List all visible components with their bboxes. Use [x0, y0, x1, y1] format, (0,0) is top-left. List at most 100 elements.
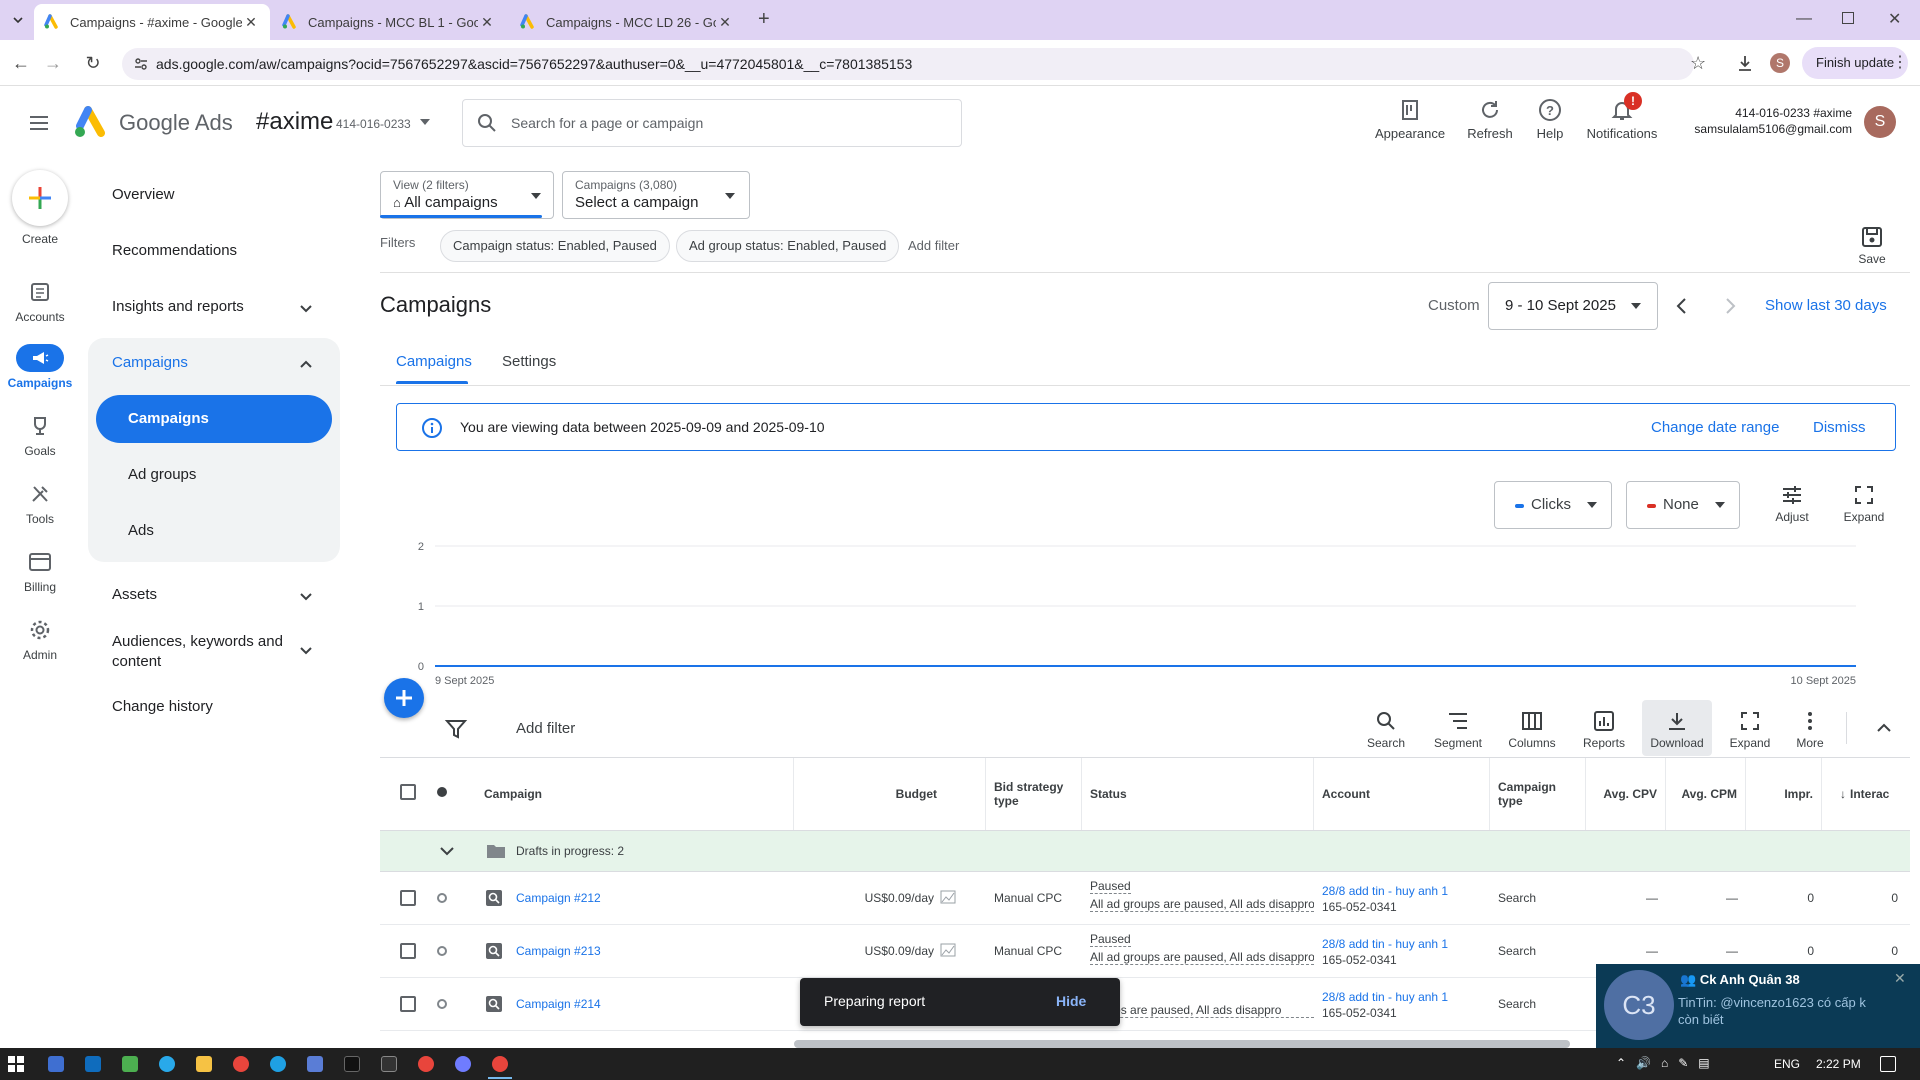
chat-notification[interactable]: C3 👥 Ck Anh Quân 38 ✕ TinTin: @vincenzo1…: [1596, 964, 1920, 1048]
account-name[interactable]: #axime: [256, 108, 333, 136]
rail-accounts[interactable]: Accounts: [0, 278, 80, 324]
save-button[interactable]: Save: [1848, 226, 1896, 266]
rail-campaigns[interactable]: Campaigns: [0, 344, 80, 390]
chevron-down-icon[interactable]: [438, 842, 456, 860]
restore-icon[interactable]: [1842, 12, 1854, 24]
dismiss-link[interactable]: Dismiss: [1813, 419, 1866, 436]
user-info[interactable]: 414-016-0233 #axime samsulalam5106@gmail…: [1680, 106, 1852, 136]
taskbar-app-icon[interactable]: [455, 1056, 471, 1072]
metric-selector-clicks[interactable]: Clicks: [1494, 481, 1612, 529]
close-icon[interactable]: ✕: [716, 14, 734, 31]
taskbar-chrome-icon[interactable]: [492, 1056, 508, 1072]
budget-value[interactable]: US$0.09/day: [794, 891, 934, 905]
url-field[interactable]: ads.google.com/aw/campaigns?ocid=7567652…: [122, 48, 1706, 80]
chevron-left-icon[interactable]: [1672, 296, 1692, 316]
col-bid-strategy[interactable]: Bid strategy type: [986, 758, 1082, 830]
system-tray-icons[interactable]: ⌃🔊⌂✎▤: [1616, 1056, 1720, 1070]
language-indicator[interactable]: ENG: [1774, 1057, 1800, 1071]
nav-assets[interactable]: Assets: [112, 586, 157, 603]
change-date-range-link[interactable]: Change date range: [1651, 419, 1779, 436]
show-last-30-days-link[interactable]: Show last 30 days: [1765, 297, 1887, 314]
account-link[interactable]: 28/8 add tin - huy anh 1: [1322, 937, 1448, 951]
col-campaign-type[interactable]: Campaign type: [1490, 758, 1586, 830]
browser-tab[interactable]: Campaigns - MCC LD 26 - Goo ✕: [510, 4, 744, 40]
col-avg-cpv[interactable]: Avg. CPV: [1586, 758, 1666, 830]
paused-status-icon[interactable]: [437, 946, 447, 956]
toolbar-expand-button[interactable]: Expand: [1720, 710, 1780, 750]
toolbar-download-button[interactable]: Download: [1647, 710, 1707, 750]
toolbar-more-button[interactable]: More: [1780, 710, 1840, 750]
clock[interactable]: 2:22 PM: [1816, 1057, 1861, 1071]
taskbar-app-icon[interactable]: [48, 1056, 64, 1072]
account-id[interactable]: 414-016-0233: [336, 117, 411, 131]
new-tab-icon[interactable]: +: [758, 8, 770, 31]
bookmark-star-icon[interactable]: ☆: [1690, 53, 1706, 74]
account-dropdown-icon[interactable]: [420, 119, 430, 125]
close-icon[interactable]: ✕: [478, 14, 496, 31]
col-impr[interactable]: Impr.: [1746, 758, 1822, 830]
taskbar-app-icon[interactable]: [344, 1056, 360, 1072]
toolbar-columns-button[interactable]: Columns: [1502, 710, 1562, 750]
nav-ad-groups[interactable]: Ad groups: [128, 466, 196, 483]
chevron-down-icon[interactable]: [298, 588, 314, 604]
notification-center-icon[interactable]: [1880, 1056, 1896, 1072]
taskbar-chrome-icon[interactable]: [418, 1056, 434, 1072]
chevron-up-icon[interactable]: [298, 356, 314, 372]
search-input[interactable]: Search for a page or campaign: [462, 99, 962, 147]
create-button[interactable]: [12, 170, 68, 226]
rail-billing[interactable]: Billing: [0, 548, 80, 594]
table-add-filter[interactable]: Add filter: [516, 720, 575, 737]
date-range-picker[interactable]: 9 - 10 Sept 2025: [1488, 282, 1658, 330]
row-checkbox[interactable]: [400, 890, 416, 906]
budget-value[interactable]: US$0.09/day: [794, 944, 934, 958]
refresh-button[interactable]: Refresh: [1458, 98, 1522, 141]
close-icon[interactable]: ✕: [242, 14, 260, 31]
status-value[interactable]: Paused: [1090, 932, 1131, 947]
nav-campaigns[interactable]: Campaigns: [112, 354, 188, 371]
status-detail[interactable]: groups are paused, All ads disappro: [1090, 1003, 1314, 1018]
budget-chart-icon[interactable]: [940, 890, 956, 904]
appearance-button[interactable]: Appearance: [1370, 98, 1450, 141]
paused-status-icon[interactable]: [437, 893, 447, 903]
col-campaign[interactable]: Campaign: [380, 758, 794, 830]
table-row[interactable]: Campaign #212 US$0.09/day Manual CPC Pau…: [380, 872, 1910, 925]
col-avg-cpm[interactable]: Avg. CPM: [1666, 758, 1746, 830]
chevron-down-icon[interactable]: [298, 642, 314, 658]
filter-icon[interactable]: [444, 718, 468, 740]
col-account[interactable]: Account: [1314, 758, 1490, 830]
taskbar-telegram-icon[interactable]: [159, 1056, 175, 1072]
taskbar-edge-icon[interactable]: [270, 1056, 286, 1072]
chevron-down-icon[interactable]: [298, 300, 314, 316]
taskbar-outlook-icon[interactable]: [85, 1056, 101, 1072]
chat-close-icon[interactable]: ✕: [1894, 970, 1906, 987]
collapse-chevron-up-icon[interactable]: [1874, 718, 1894, 738]
tab-search-icon[interactable]: [10, 12, 26, 28]
tab-campaigns[interactable]: Campaigns: [396, 353, 472, 370]
profile-avatar[interactable]: S: [1770, 53, 1790, 73]
taskbar-app-icon[interactable]: [307, 1056, 323, 1072]
snackbar-hide-button[interactable]: Hide: [1056, 993, 1086, 1009]
help-button[interactable]: ? Help: [1530, 98, 1570, 141]
status-detail[interactable]: All ad groups are paused, All ads disapp…: [1090, 897, 1314, 912]
taskbar-chrome-icon[interactable]: [233, 1056, 249, 1072]
col-interactions[interactable]: ↓ Interac: [1822, 758, 1910, 830]
browser-tab[interactable]: Campaigns - MCC BL 1 - Googl ✕: [272, 4, 506, 40]
campaign-name-link[interactable]: Campaign #213: [516, 944, 601, 958]
col-status[interactable]: Status: [1082, 758, 1314, 830]
campaign-name-link[interactable]: Campaign #212: [516, 891, 601, 905]
close-window-icon[interactable]: ✕: [1888, 9, 1901, 29]
nav-overview[interactable]: Overview: [112, 186, 175, 203]
nav-audiences[interactable]: Audiences, keywords and content: [112, 632, 283, 672]
windows-start-icon[interactable]: [8, 1056, 24, 1072]
rail-goals[interactable]: Goals: [0, 412, 80, 458]
account-link[interactable]: 28/8 add tin - huy anh 1: [1322, 884, 1448, 898]
view-selector[interactable]: View (2 filters) ⌂ All campaigns: [380, 171, 554, 219]
toolbar-reports-button[interactable]: Reports: [1574, 710, 1634, 750]
taskbar-terminal-icon[interactable]: [381, 1056, 397, 1072]
row-checkbox[interactable]: [400, 996, 416, 1012]
user-avatar[interactable]: S: [1864, 106, 1896, 138]
filter-chip-campaign-status[interactable]: Campaign status: Enabled, Paused: [440, 230, 670, 262]
metric-selector-none[interactable]: None: [1626, 481, 1740, 529]
toolbar-segment-button[interactable]: Segment: [1428, 710, 1488, 750]
nav-recommendations[interactable]: Recommendations: [112, 242, 237, 259]
